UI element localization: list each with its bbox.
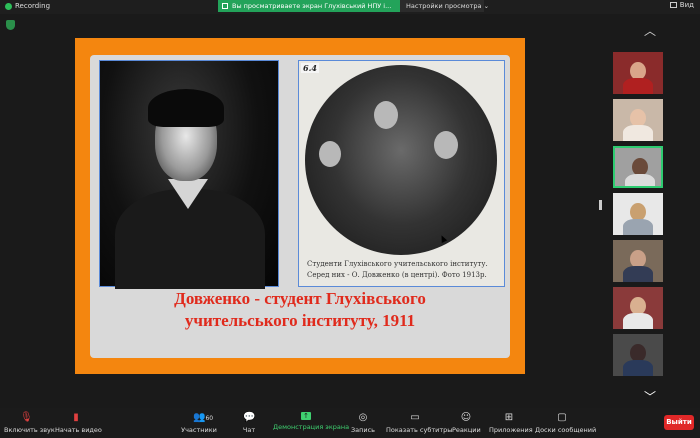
reactions-label: Реакции [452, 426, 481, 434]
photo-number: 6.4 [301, 63, 319, 73]
participants-icon: 👥60 [193, 412, 214, 423]
chevron-down-icon: ⌄ [483, 2, 490, 10]
reactions-icon: ☺ [460, 412, 472, 423]
portrait-photo [99, 60, 279, 289]
reactions-button[interactable]: ☺ Реакции [452, 412, 481, 434]
share-screen-label: Демонстрация экрана [273, 423, 350, 431]
subtitles-button[interactable]: ▭ Показать субтитры [386, 412, 452, 434]
subtitles-label: Показать субтитры [386, 426, 453, 434]
share-screen-button[interactable]: ↑ Демонстрация экрана [273, 412, 349, 431]
view-button[interactable]: Вид [669, 1, 694, 9]
scroll-up-icon[interactable]: ︿ [644, 22, 656, 39]
participants-label: Участники [181, 426, 217, 434]
security-shield-icon[interactable] [6, 20, 15, 30]
whiteboards-label: Доски сообщений [535, 426, 597, 434]
participant-body [623, 125, 653, 141]
participant-body [625, 174, 655, 186]
view-label: Вид [679, 1, 694, 9]
scroll-down-icon[interactable]: ﹀ [644, 388, 656, 405]
slide-title-line-2: учительського інституту, 1911 [184, 311, 416, 330]
recording-label: Recording [15, 2, 51, 10]
participant-tile-active[interactable] [613, 146, 663, 188]
participant-body [623, 219, 653, 235]
share-screen-arrow-icon: ↑ [301, 412, 311, 420]
recording-indicator[interactable]: Recording [5, 2, 50, 10]
participant-tile[interactable] [613, 240, 663, 282]
top-bar: Recording Вы просматриваете экран Глухів… [0, 0, 700, 14]
whiteboard-icon: ▢ [557, 412, 567, 423]
participant-tile[interactable] [613, 99, 663, 141]
photo-caption: Студенти Глухівського учительського інст… [307, 259, 503, 281]
person-right [434, 131, 458, 159]
recording-icon [5, 2, 12, 10]
participant-tile[interactable] [613, 52, 663, 94]
presentation-slide: 6.4 Студенти Глухівського учительського … [90, 55, 510, 358]
participant-body [623, 78, 653, 94]
record-label: Запись [350, 426, 376, 434]
slide-title-line-1: Довженко - студент Глухівського [174, 289, 426, 308]
chat-button[interactable]: 💬 Чат [240, 412, 258, 434]
panel-resize-handle[interactable] [599, 200, 602, 210]
subtitles-icon: ▭ [410, 412, 420, 423]
record-icon: ◎ [358, 412, 368, 423]
view-options-button[interactable]: Настройки просмотра ⌄ [400, 0, 489, 12]
caption-line-1: Студенти Глухівського учительського інст… [307, 260, 488, 268]
unmute-label: Включить звук [4, 426, 55, 434]
participant-body [623, 313, 653, 329]
start-video-label: Начать видео [55, 426, 102, 434]
unmute-button[interactable]: 🎙 Включить звук [4, 412, 55, 434]
microphone-muted-icon: 🎙 [20, 412, 33, 423]
screen-share-banner: Вы просматриваете экран Глухівський НПУ … [218, 0, 400, 12]
grid-view-icon [669, 2, 677, 8]
share-banner-text: Вы просматриваете экран Глухівський НПУ … [232, 2, 392, 10]
participants-count: 60 [205, 415, 214, 422]
apps-label: Приложения [489, 426, 533, 434]
slide-title: Довженко - студент Глухівського учительс… [90, 288, 510, 332]
portrait-hair [148, 89, 224, 127]
chat-icon: 💬 [243, 412, 256, 423]
person-left [319, 141, 341, 167]
apps-icon: ⊞ [504, 412, 514, 423]
participant-tile[interactable] [613, 193, 663, 235]
person-center [374, 101, 398, 129]
shared-screen: 6.4 Студенти Глухівського учительського … [75, 38, 525, 374]
leave-button[interactable]: Выйти [664, 415, 694, 430]
participant-body [623, 266, 653, 282]
start-video-button[interactable]: ▮ Начать видео [55, 412, 102, 434]
share-screen-icon [222, 3, 228, 9]
meeting-toolbar: 🎙 Включить звук ▮ Начать видео 👥60 Участ… [0, 408, 700, 438]
apps-button[interactable]: ⊞ Приложения [489, 412, 533, 434]
participant-body [623, 360, 653, 376]
participants-button[interactable]: 👥60 Участники [180, 412, 218, 434]
video-off-icon: ▮ [73, 412, 79, 423]
participant-tile[interactable] [613, 287, 663, 329]
group-photo: 6.4 Студенти Глухівського учительського … [298, 60, 505, 287]
participant-tile[interactable] [613, 334, 663, 376]
caption-line-2: Серед них - О. Довженко (в центрі). Фото… [307, 271, 487, 279]
chat-label: Чат [242, 426, 256, 434]
whiteboards-button[interactable]: ▢ Доски сообщений [535, 412, 596, 434]
view-options-label: Настройки просмотра [406, 2, 482, 10]
record-button[interactable]: ◎ Запись [350, 412, 376, 434]
